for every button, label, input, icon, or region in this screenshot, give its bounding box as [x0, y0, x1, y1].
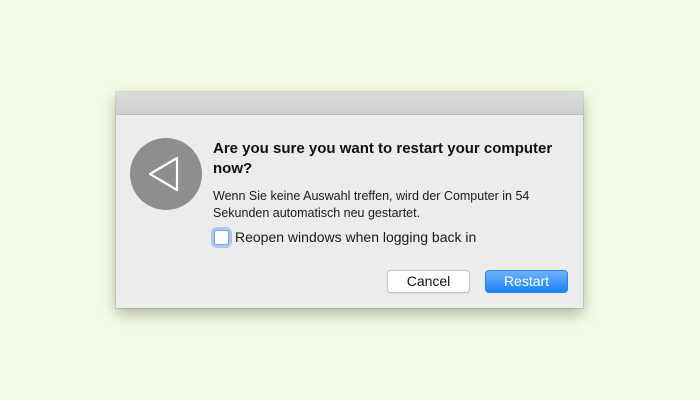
- restart-triangle-icon: [130, 138, 202, 210]
- cancel-button[interactable]: Cancel: [387, 270, 470, 293]
- reopen-windows-checkbox[interactable]: [214, 229, 229, 245]
- restart-button[interactable]: Restart: [485, 270, 568, 293]
- dialog-message: Wenn Sie keine Auswahl treffen, wird der…: [213, 189, 530, 220]
- reopen-windows-option[interactable]: Reopen windows when logging back in: [212, 228, 476, 246]
- restart-dialog: Are you sure you want to restart your co…: [116, 92, 583, 308]
- dialog-titlebar[interactable]: [116, 92, 583, 115]
- reopen-windows-label[interactable]: Reopen windows when logging back in: [235, 228, 476, 246]
- dialog-headline: Are you sure you want to restart your co…: [213, 140, 553, 177]
- desktop-background: { "dialog": { "headline": "Are you sure …: [0, 0, 700, 400]
